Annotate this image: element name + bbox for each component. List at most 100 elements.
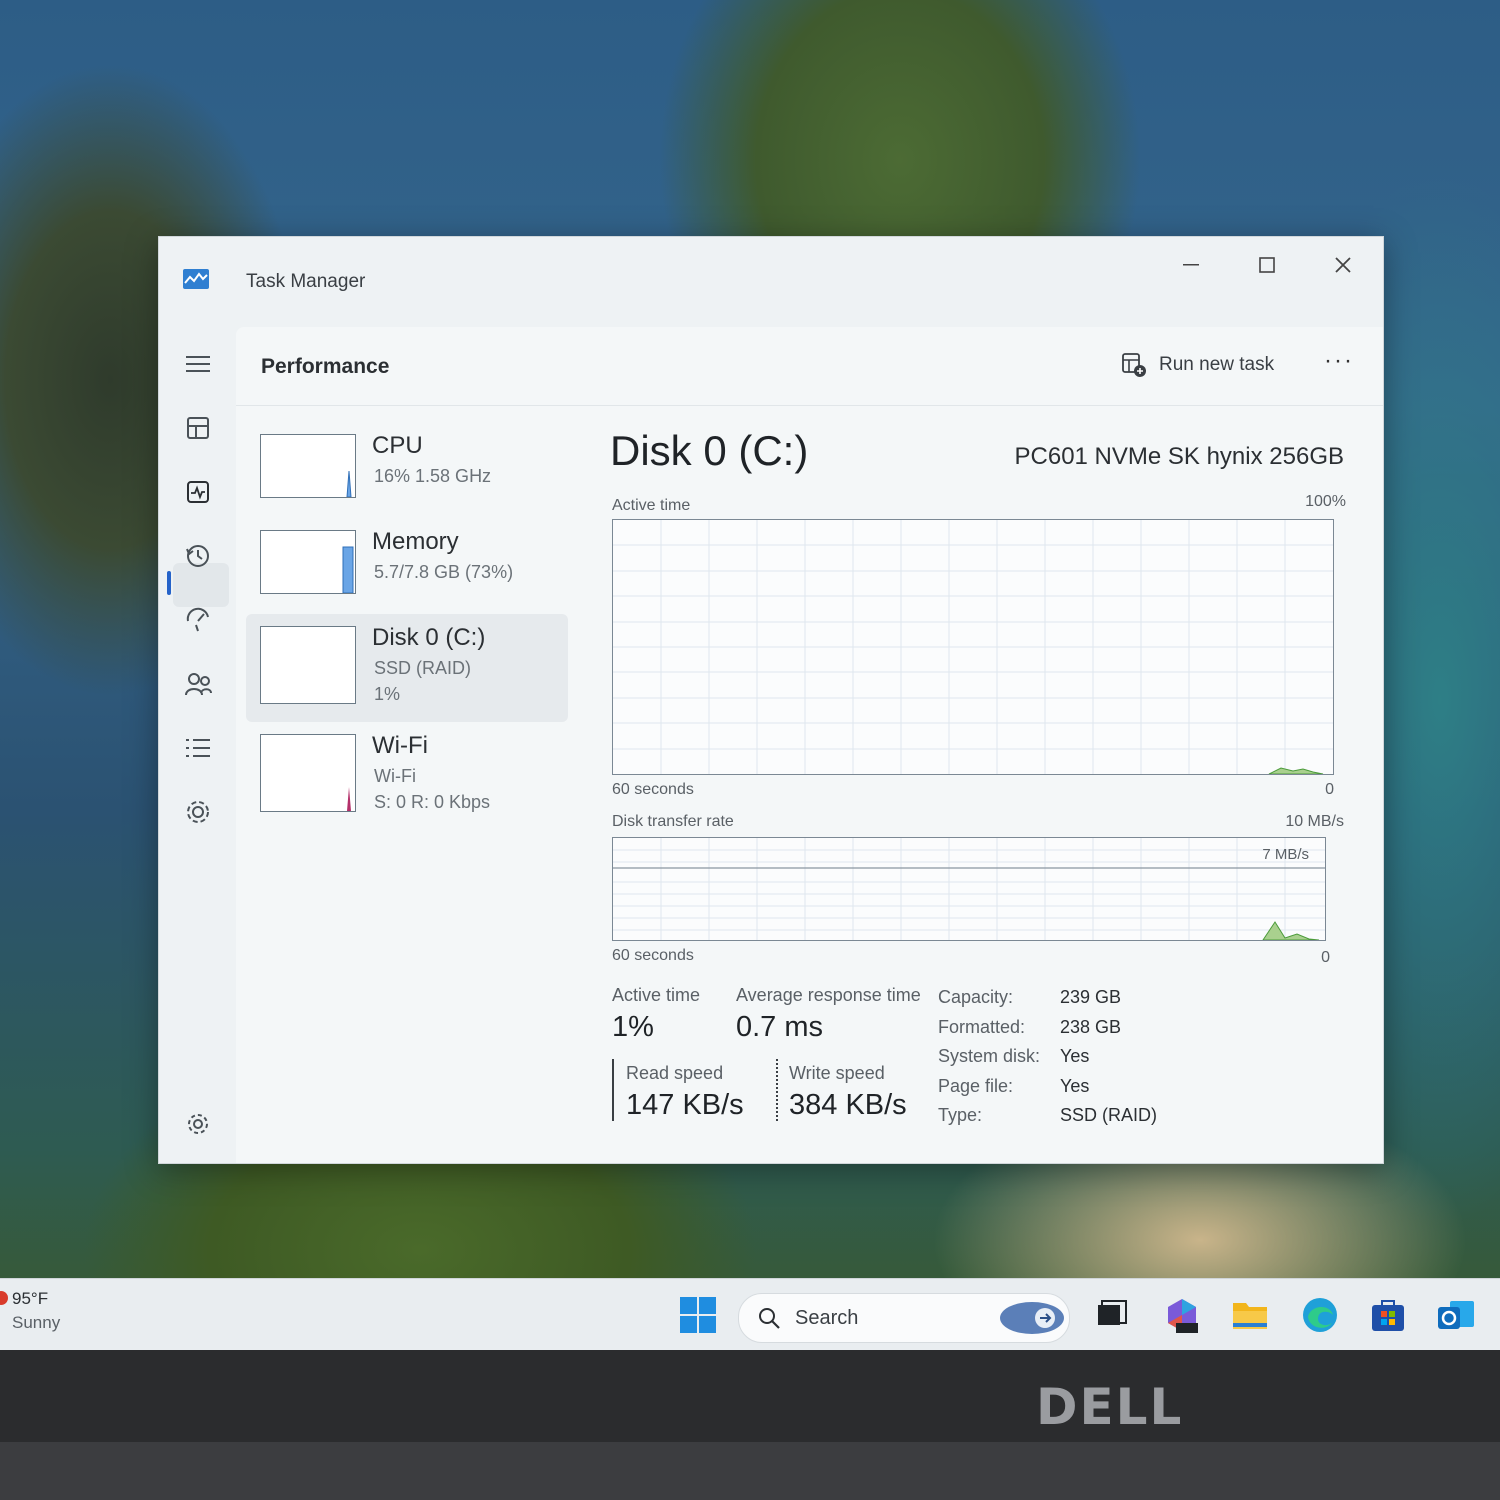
minimize-icon <box>1183 264 1199 266</box>
prop-formatted-value: 238 GB <box>1060 1017 1122 1037</box>
active-time-stat-value: 1% <box>612 1011 654 1043</box>
prop-page-file-label: Page file: <box>938 1076 1014 1096</box>
prop-system-disk-value: Yes <box>1060 1046 1090 1066</box>
write-speed-marker <box>776 1059 778 1121</box>
resource-detail: 16% 1.58 GHz <box>374 466 492 486</box>
resource-item-disk-0[interactable]: Disk 0 (C:) SSD (RAID) 1% <box>246 614 568 722</box>
laptop-hinge <box>0 1442 1500 1500</box>
prop-capacity-label: Capacity: <box>938 987 1014 1007</box>
prop-system-disk-label: System disk: <box>938 1046 1041 1066</box>
content-area: Performance Run new task ··· CPU 16% 1.5… <box>236 327 1383 1163</box>
cpu-thumbnail-graph <box>260 434 356 498</box>
transfer-rate-chart-max: 10 MB/s <box>1285 813 1344 830</box>
transfer-rate-x-right: 0 <box>1321 949 1330 966</box>
read-speed-value: 147 KB/s <box>626 1089 744 1121</box>
users-icon[interactable] <box>181 667 215 701</box>
active-time-x-right: 0 <box>1325 781 1334 798</box>
run-new-task-label: Run new task <box>1159 354 1275 375</box>
page-header: Performance Run new task ··· <box>236 327 1383 406</box>
copilot-icon[interactable] <box>997 1298 1067 1338</box>
avg-response-time-value: 0.7 ms <box>736 1011 824 1043</box>
search-placeholder: Search <box>795 1307 859 1329</box>
active-time-line <box>1268 767 1324 774</box>
resource-detail: 5.7/7.8 GB (73%) <box>374 562 514 582</box>
prop-capacity-value: 239 GB <box>1060 987 1122 1007</box>
write-speed-label: Write speed <box>789 1063 885 1083</box>
performance-icon[interactable] <box>181 475 215 509</box>
app-history-icon[interactable] <box>181 539 215 573</box>
file-explorer-icon[interactable] <box>1230 1295 1270 1335</box>
avg-response-time-label: Average response time <box>736 985 921 1005</box>
transfer-rate-chart: 7 MB/s <box>612 837 1326 941</box>
weather-temperature[interactable]: 95°F <box>12 1289 48 1309</box>
window-title: Task Manager <box>246 271 366 292</box>
resource-detail: SSD (RAID) <box>374 658 472 678</box>
prop-type-label: Type: <box>938 1105 983 1125</box>
resource-name: CPU <box>372 432 423 459</box>
services-icon[interactable] <box>181 795 215 829</box>
active-time-chart-label: Active time <box>612 497 691 514</box>
active-time-x-left: 60 seconds <box>612 781 694 798</box>
taskbar-search-box[interactable]: Search <box>738 1293 1070 1343</box>
active-time-chart-max: 100% <box>1305 493 1346 510</box>
details-icon[interactable] <box>181 731 215 765</box>
run-new-task-button[interactable]: Run new task <box>1121 349 1274 381</box>
read-speed-label: Read speed <box>626 1063 724 1083</box>
disk-title: Disk 0 (C:) <box>610 427 809 474</box>
disk-detail-panel: Disk 0 (C:) PC601 NVMe SK hynix 256GB Ac… <box>608 417 1368 1157</box>
resource-usage: 1% <box>374 684 401 704</box>
active-time-stat-label: Active time <box>612 985 701 1005</box>
edge-icon[interactable] <box>1300 1295 1340 1335</box>
page-title: Performance <box>261 355 390 378</box>
nav-active-indicator <box>167 571 171 595</box>
taskbar: 95°F Sunny Search <box>0 1278 1500 1351</box>
store-icon[interactable] <box>1368 1295 1408 1335</box>
minimize-button[interactable] <box>1161 245 1221 285</box>
start-icon[interactable] <box>678 1295 718 1335</box>
resource-item-wifi[interactable]: Wi-Fi Wi-Fi S: 0 R: 0 Kbps <box>246 722 568 830</box>
more-options-button[interactable]: ··· <box>1324 347 1354 375</box>
write-speed-value: 384 KB/s <box>789 1089 907 1121</box>
prop-type-value: SSD (RAID) <box>1060 1105 1158 1125</box>
task-manager-app-icon <box>183 269 209 289</box>
title-bar: Task Manager <box>159 237 1383 327</box>
read-speed-marker <box>612 1059 614 1121</box>
disk-model: PC601 NVMe SK hynix 256GB <box>1014 443 1345 470</box>
nav-sidebar <box>159 327 235 1163</box>
startup-apps-icon[interactable] <box>181 603 215 637</box>
transfer-rate-grid <box>613 838 1325 940</box>
memory-thumbnail-graph <box>260 530 356 594</box>
run-new-task-icon <box>1122 353 1146 377</box>
close-button[interactable] <box>1313 245 1373 285</box>
transfer-rate-chart-label: Disk transfer rate <box>612 813 734 830</box>
settings-icon[interactable] <box>181 1107 215 1141</box>
search-icon <box>759 1308 780 1329</box>
microsoft-365-icon[interactable] <box>1162 1295 1202 1335</box>
maximize-button[interactable] <box>1237 245 1297 285</box>
processes-icon[interactable] <box>181 411 215 445</box>
weather-alert-icon <box>0 1291 8 1305</box>
resource-name: Memory <box>372 528 459 555</box>
resource-name: Disk 0 (C:) <box>372 624 486 651</box>
close-icon <box>1335 257 1351 273</box>
task-view-icon[interactable] <box>1092 1295 1132 1335</box>
resource-list: CPU 16% 1.58 GHz Memory 5.7/7.8 GB (73%)… <box>246 422 568 830</box>
resource-name: Wi-Fi <box>372 732 428 759</box>
transfer-rate-x-left: 60 seconds <box>612 947 694 964</box>
transfer-rate-mid-label: 7 MB/s <box>1262 846 1309 863</box>
resource-throughput: S: 0 R: 0 Kbps <box>374 792 491 812</box>
resource-item-memory[interactable]: Memory 5.7/7.8 GB (73%) <box>246 518 568 614</box>
active-time-chart <box>612 519 1334 775</box>
hamburger-menu-icon[interactable] <box>181 347 215 381</box>
outlook-icon[interactable] <box>1436 1295 1476 1335</box>
transfer-rate-line <box>1262 921 1320 940</box>
prop-formatted-label: Formatted: <box>938 1017 1026 1037</box>
wifi-thumbnail-graph <box>260 734 356 812</box>
maximize-icon <box>1259 257 1275 273</box>
prop-page-file-value: Yes <box>1060 1076 1090 1096</box>
dell-logo: DELL <box>1036 1378 1184 1436</box>
weather-description[interactable]: Sunny <box>12 1313 60 1333</box>
resource-item-cpu[interactable]: CPU 16% 1.58 GHz <box>246 422 568 518</box>
active-time-grid <box>613 520 1333 774</box>
task-manager-window: Task Manager Performance Run new task ··… <box>158 236 1384 1164</box>
